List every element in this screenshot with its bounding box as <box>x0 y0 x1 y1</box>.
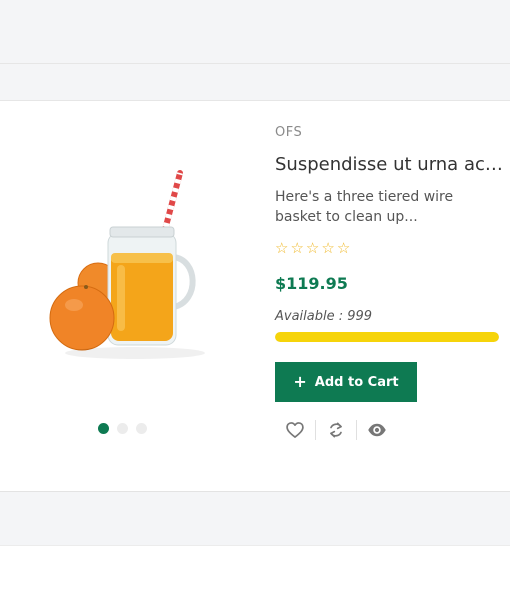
product-price: $119.95 <box>275 274 348 293</box>
wishlist-button[interactable] <box>275 418 315 442</box>
orange-juice-illustration <box>49 170 205 359</box>
add-to-cart-label: Add to Cart <box>314 374 399 390</box>
section-spacer <box>0 64 510 101</box>
carousel-dots <box>98 423 147 434</box>
heart-icon <box>286 422 304 438</box>
stock-progress-bar <box>275 332 499 342</box>
rating-stars: ☆ ☆ ☆ ☆ ☆ <box>275 241 505 256</box>
stock-progress-fill <box>275 332 499 342</box>
product-actions <box>275 418 505 442</box>
plus-icon: + <box>293 372 307 391</box>
product-info: OFS Suspendisse ut urna ac ... Here's a … <box>275 125 505 442</box>
page-footer-band <box>0 492 510 546</box>
carousel-dot-2[interactable] <box>117 423 128 434</box>
page-header-band <box>0 0 510 64</box>
star-outline-icon: ☆ <box>305 239 320 257</box>
carousel-dot-1[interactable] <box>98 423 109 434</box>
carousel-dot-3[interactable] <box>136 423 147 434</box>
stock-availability: Available : 999 <box>275 309 373 324</box>
star-outline-icon: ☆ <box>275 239 289 257</box>
star-outline-icon: ☆ <box>290 239 304 257</box>
product-title[interactable]: Suspendisse ut urna ac ... <box>275 154 503 175</box>
star-outline-icon: ☆ <box>336 239 351 257</box>
product-brand[interactable]: OFS <box>275 125 505 140</box>
quickview-button[interactable] <box>357 418 397 442</box>
product-image[interactable] <box>40 161 210 371</box>
eye-icon <box>368 423 386 437</box>
product-card: OFS Suspendisse ut urna ac ... Here's a … <box>0 101 510 492</box>
refresh-icon <box>330 422 342 438</box>
product-description: Here's a three tiered wire basket to cle… <box>275 189 454 225</box>
star-outline-icon: ☆ <box>321 239 335 257</box>
compare-button[interactable] <box>316 418 356 442</box>
page-footer-spacer <box>0 546 510 600</box>
add-to-cart-button[interactable]: + Add to Cart <box>275 362 417 402</box>
